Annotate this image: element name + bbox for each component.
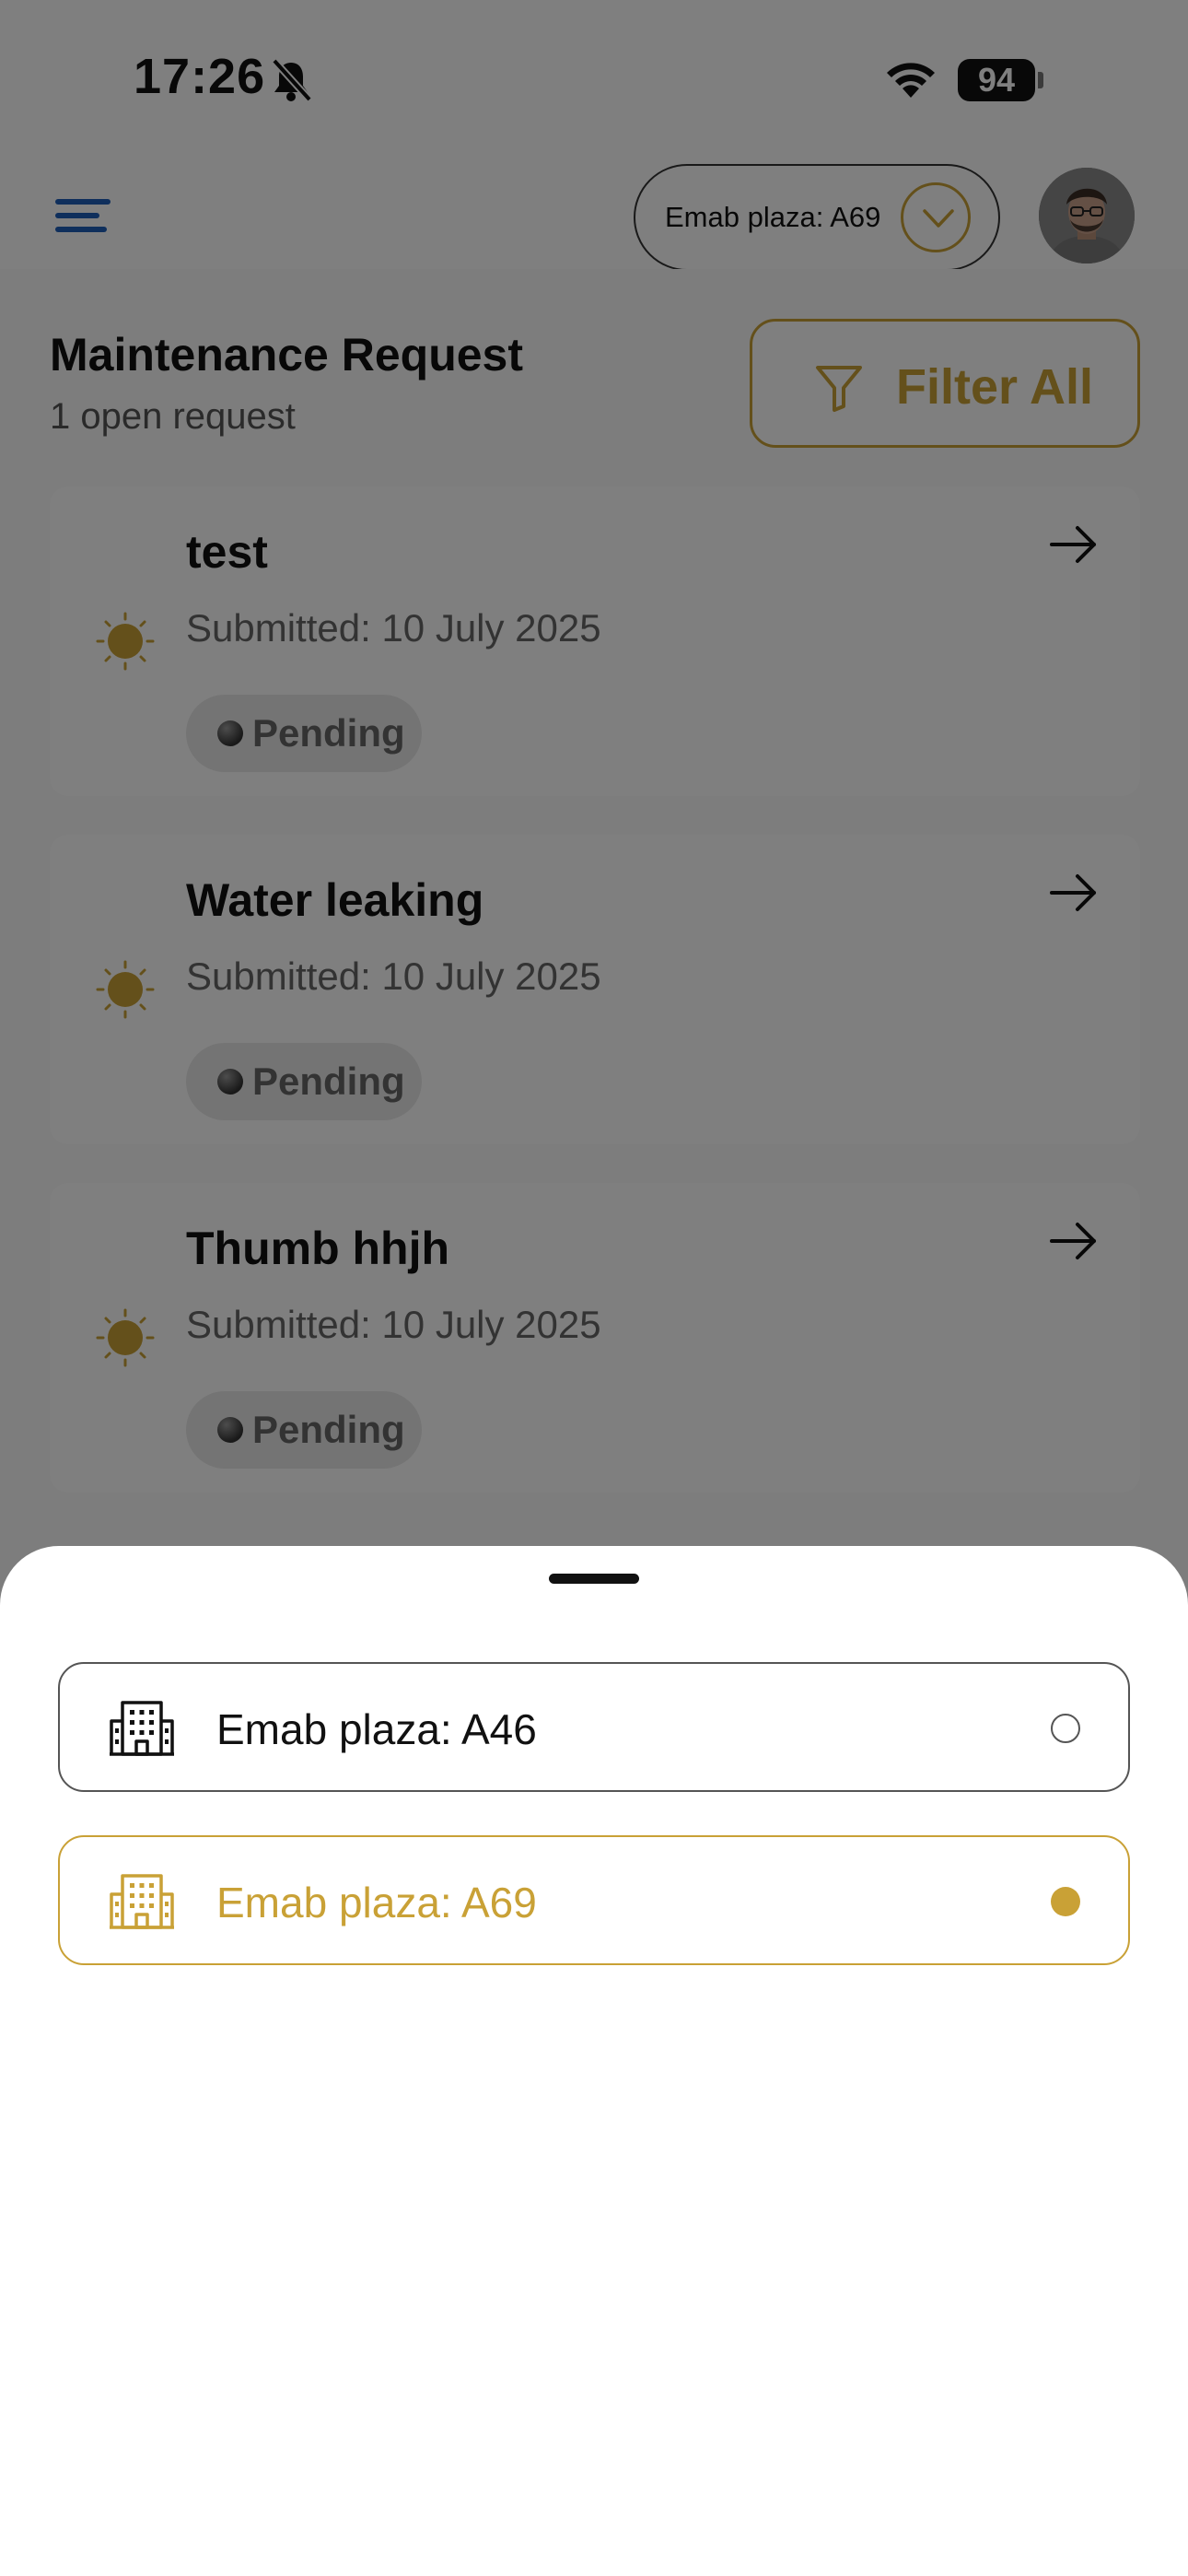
building-icon xyxy=(110,1874,174,1929)
screen: 17:26 94 Emab plaza: A69 xyxy=(0,0,1188,2576)
building-icon xyxy=(110,1701,174,1756)
unit-option-a69[interactable]: Emab plaza: A69 xyxy=(58,1835,1130,1965)
unit-option-label: Emab plaza: A69 xyxy=(216,1879,537,1926)
sheet-drag-handle[interactable] xyxy=(549,1574,639,1584)
radio-unselected[interactable] xyxy=(1051,1714,1080,1743)
unit-option-a46[interactable]: Emab plaza: A46 xyxy=(58,1662,1130,1792)
unit-bottom-sheet: Emab plaza: A46 Emab plaza: A69 xyxy=(0,1546,1188,2576)
radio-selected[interactable] xyxy=(1051,1887,1080,1916)
unit-option-label: Emab plaza: A46 xyxy=(216,1705,537,1753)
